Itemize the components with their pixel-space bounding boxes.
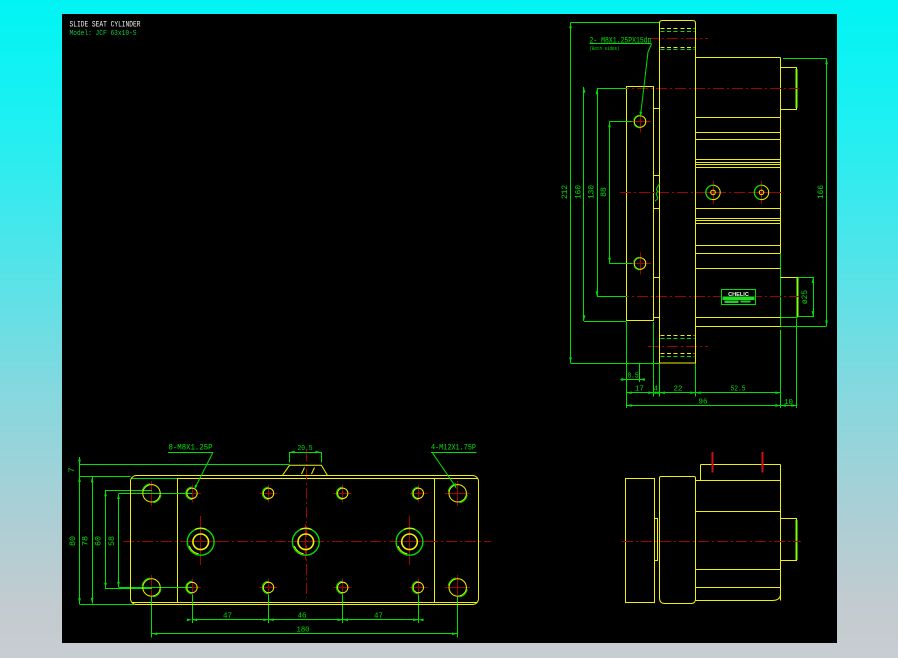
svg-text:Model: JCF 63x10-S: Model: JCF 63x10-S bbox=[70, 30, 137, 38]
svg-text:166: 166 bbox=[816, 185, 826, 199]
svg-text:ø25: ø25 bbox=[800, 290, 810, 304]
svg-text:46: 46 bbox=[298, 612, 307, 620]
svg-text:212: 212 bbox=[560, 185, 570, 199]
svg-text:7: 7 bbox=[67, 468, 77, 473]
svg-text:47: 47 bbox=[223, 612, 232, 620]
svg-text:(Both sides): (Both sides) bbox=[590, 45, 620, 52]
svg-text:4: 4 bbox=[653, 385, 658, 393]
svg-text:CHELIC: CHELIC bbox=[728, 292, 749, 298]
svg-text:20.5: 20.5 bbox=[298, 445, 313, 453]
svg-text:88: 88 bbox=[599, 187, 609, 197]
svg-text:160: 160 bbox=[574, 185, 584, 199]
svg-text:58: 58 bbox=[107, 536, 117, 546]
svg-text:60: 60 bbox=[94, 536, 104, 546]
svg-text:47: 47 bbox=[374, 612, 383, 620]
svg-text:SLIDE SEAT CYLINDER: SLIDE SEAT CYLINDER bbox=[70, 19, 141, 29]
svg-text:8-M8X1.25P: 8-M8X1.25P bbox=[169, 443, 213, 452]
svg-text:4-M12X1.75P: 4-M12X1.75P bbox=[431, 443, 476, 452]
svg-text:52.5: 52.5 bbox=[731, 385, 746, 393]
svg-text:17: 17 bbox=[635, 385, 644, 393]
svg-text:96: 96 bbox=[699, 399, 708, 407]
svg-text:22: 22 bbox=[674, 385, 683, 393]
svg-text:10: 10 bbox=[784, 399, 793, 407]
svg-text:2- M8X1.25PX15dp: 2- M8X1.25PX15dp bbox=[590, 37, 652, 45]
svg-text:80: 80 bbox=[68, 536, 78, 546]
svg-text:8.5: 8.5 bbox=[628, 372, 639, 380]
svg-text:78: 78 bbox=[81, 536, 91, 546]
svg-text:130: 130 bbox=[587, 185, 597, 199]
svg-text:180: 180 bbox=[297, 626, 310, 634]
